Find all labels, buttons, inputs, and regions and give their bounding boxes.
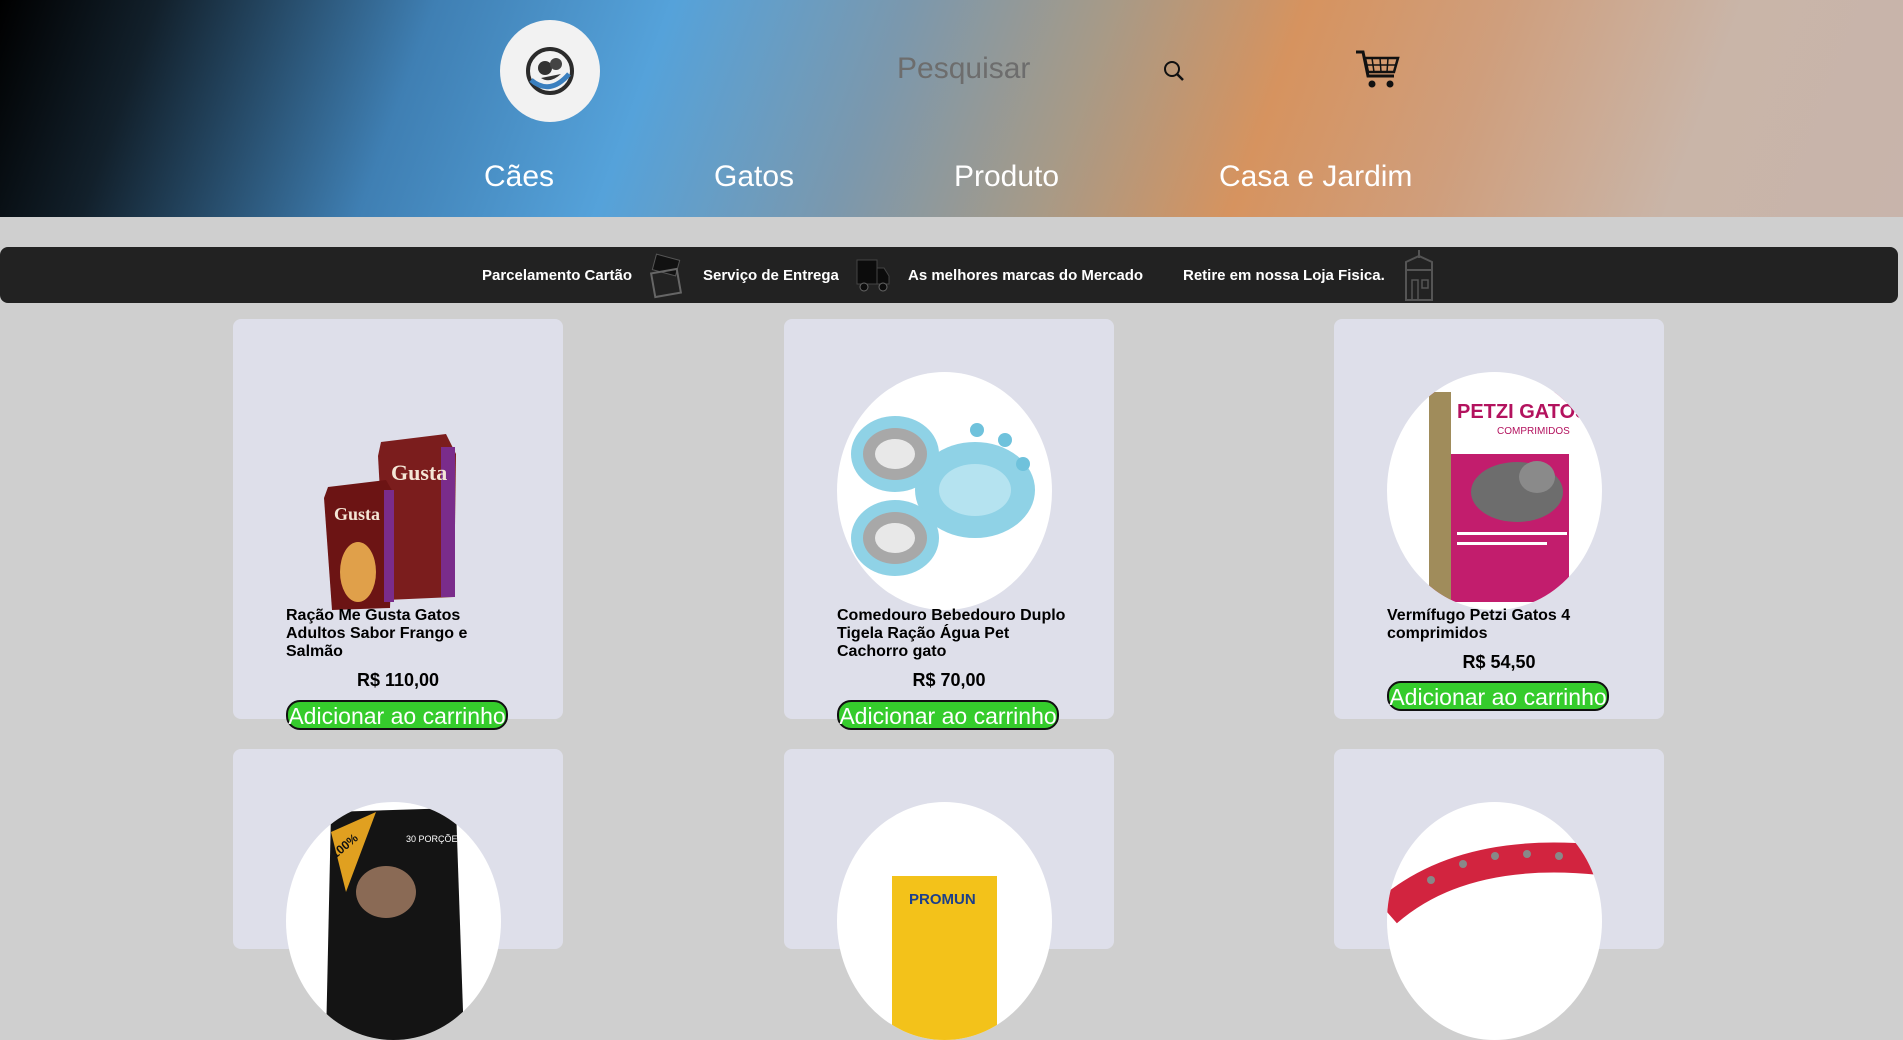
product-image: Gusta Gusta	[324, 434, 456, 610]
search-icon[interactable]	[1163, 60, 1185, 82]
product-price: R$ 54,50	[1462, 652, 1536, 672]
product-image	[1387, 802, 1602, 1040]
benefit-brands: As melhores marcas do Mercado	[908, 267, 1144, 284]
pet-logo-icon	[526, 47, 574, 95]
product-image	[837, 372, 1052, 610]
product-card: PETZI GATOS COMPRIMIDOS Vermífugo Petzi …	[1334, 319, 1664, 719]
product-price: R$ 110,00	[356, 670, 440, 690]
dog-collar-icon	[1387, 842, 1602, 924]
dog-supplement-bag-icon: 100% 30 PORÇÕES 1,2 KG	[326, 808, 494, 1040]
benefit-delivery: Serviço de Entrega	[703, 267, 839, 284]
svg-text:Gusta: Gusta	[334, 504, 380, 524]
nav-item-caes[interactable]: Cães	[484, 160, 554, 194]
medicine-box-icon: PETZI GATOS COMPRIMIDOS	[1429, 392, 1589, 602]
header-banner: Pesquisar Cães Gatos Produto Casa e Jard…	[0, 0, 1903, 217]
add-to-cart-button[interactable]: Adicionar ao carrinho	[837, 700, 1059, 730]
benefit-pickup: Retire em nossa Loja Fisica.	[1183, 267, 1385, 284]
product-price: R$ 70,00	[912, 670, 986, 690]
svg-text:PETZI GATOS: PETZI GATOS	[1457, 401, 1589, 423]
supplement-pack-icon: PROMUN	[892, 850, 997, 1040]
cart-icon[interactable]	[1354, 48, 1400, 90]
nav-item-produto[interactable]: Produto	[954, 160, 1059, 194]
svg-text:COMPRIMIDOS: COMPRIMIDOS	[1497, 426, 1570, 437]
product-card: Comedouro Bebedouro Duplo Tigela Ração Á…	[784, 319, 1114, 730]
product-card: Gusta Gusta Ração Me Gusta Gatos Adultos…	[233, 319, 563, 730]
product-card: PROMUN	[784, 749, 1114, 1040]
product-image: PETZI GATOS COMPRIMIDOS	[1387, 372, 1602, 610]
product-name[interactable]: Comedouro Bebedouro Duplo Tigela Ração Á…	[837, 607, 1067, 661]
product-image: 100% 30 PORÇÕES 1,2 KG	[286, 802, 501, 1040]
product-image: PROMUN	[837, 802, 1052, 1040]
credit-card-icon	[650, 253, 683, 299]
benefits-bar: Parcelamento Cartão Serviço de Entrega A…	[0, 247, 1898, 303]
product-name[interactable]: Vermífugo Petzi Gatos 4 comprimidos	[1387, 607, 1617, 643]
svg-text:PROMUN: PROMUN	[909, 891, 976, 908]
store-icon	[1405, 250, 1433, 301]
add-to-cart-button[interactable]: Adicionar ao carrinho	[1387, 681, 1609, 711]
delivery-truck-icon	[856, 259, 890, 292]
add-to-cart-button[interactable]: Adicionar ao carrinho	[286, 700, 508, 730]
pet-bowl-icon	[851, 416, 1035, 576]
logo[interactable]	[500, 20, 600, 122]
product-card: 100% 30 PORÇÕES 1,2 KG	[233, 749, 563, 1040]
svg-text:Gusta: Gusta	[391, 460, 447, 485]
nav-item-gatos[interactable]: Gatos	[714, 160, 794, 194]
product-name[interactable]: Ração Me Gusta Gatos Adultos Sabor Frang…	[286, 607, 516, 661]
benefit-installments: Parcelamento Cartão	[482, 267, 633, 284]
product-card	[1334, 749, 1664, 1040]
nav-item-casa-e-jardim[interactable]: Casa e Jardim	[1219, 160, 1412, 194]
search-input[interactable]: Pesquisar	[897, 52, 1030, 86]
svg-text:30 PORÇÕES 1,2 KG: 30 PORÇÕES 1,2 KG	[406, 834, 494, 844]
